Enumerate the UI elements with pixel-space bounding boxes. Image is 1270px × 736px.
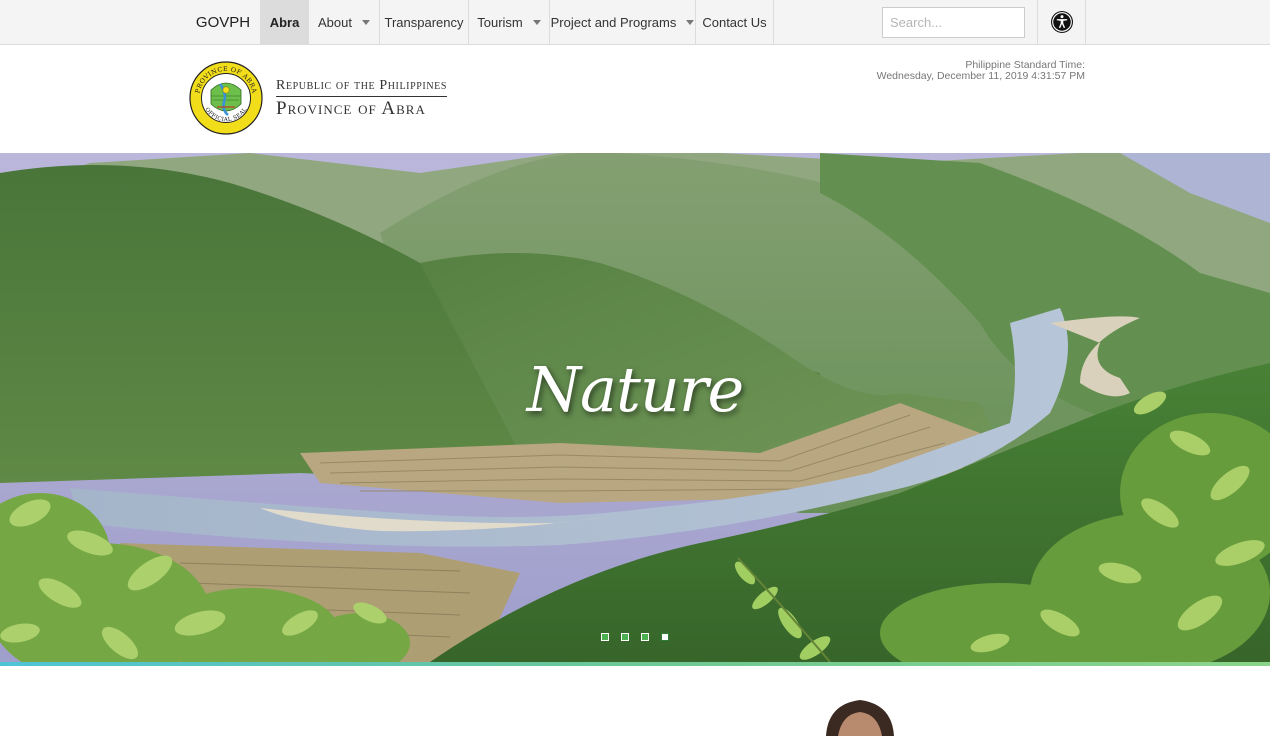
nav-item-label: Tourism — [477, 14, 523, 30]
chevron-down-icon — [361, 19, 370, 25]
philippine-standard-time: Philippine Standard Time: Wednesday, Dec… — [877, 60, 1085, 82]
nav-item-label: Transparency — [384, 14, 464, 30]
main-content — [0, 666, 1270, 736]
search-input[interactable] — [882, 7, 1025, 38]
nav-item-abra[interactable]: Abra — [260, 0, 308, 44]
site-header: PROVINCE OF ABRA OFFICIAL SEAL Republic … — [0, 45, 1270, 153]
pst-value: Wednesday, December 11, 2019 4:31:57 PM — [876, 70, 1085, 82]
nav-item-about[interactable]: About — [308, 0, 379, 44]
nav-item-label: About — [318, 14, 352, 30]
nav-item-label: Project and Programs — [550, 14, 677, 30]
site-title[interactable]: Republic of the Philippines Province of … — [276, 76, 448, 120]
nav-item-label: Abra — [269, 14, 300, 30]
official-seal-icon: PROVINCE OF ABRA OFFICIAL SEAL — [189, 61, 263, 135]
nav-item-tourism[interactable]: Tourism — [468, 0, 549, 44]
province-label: Province of Abra — [276, 98, 426, 119]
chevron-down-icon — [686, 19, 695, 25]
nav-item-project-and-programs[interactable]: Project and Programs — [549, 0, 695, 44]
hero-slider[interactable]: Nature — [0, 153, 1270, 662]
slide-caption: Nature — [526, 353, 744, 426]
search-box — [882, 7, 1025, 38]
portrait-image — [826, 700, 894, 736]
govph-link[interactable]: GOVPH — [186, 0, 260, 44]
slider-pagination — [601, 633, 669, 641]
nav-item-transparency[interactable]: Transparency — [379, 0, 468, 44]
slide-dot-1[interactable] — [601, 633, 609, 641]
accessibility-icon — [1050, 11, 1073, 33]
top-navigation-bar: GOVPH Abra About Transparency Tourism Pr… — [0, 0, 1270, 45]
slide-dot-4[interactable] — [661, 633, 669, 641]
republic-label: Republic of the Philippines — [276, 78, 448, 97]
slide-dot-3[interactable] — [641, 633, 649, 641]
nav-item-label: Contact Us — [702, 14, 767, 30]
accessibility-button[interactable] — [1037, 0, 1086, 44]
official-seal-logo[interactable]: PROVINCE OF ABRA OFFICIAL SEAL — [189, 60, 263, 136]
chevron-down-icon — [532, 19, 541, 25]
nav-item-contact-us[interactable]: Contact Us — [695, 0, 774, 44]
slide-dot-2[interactable] — [621, 633, 629, 641]
